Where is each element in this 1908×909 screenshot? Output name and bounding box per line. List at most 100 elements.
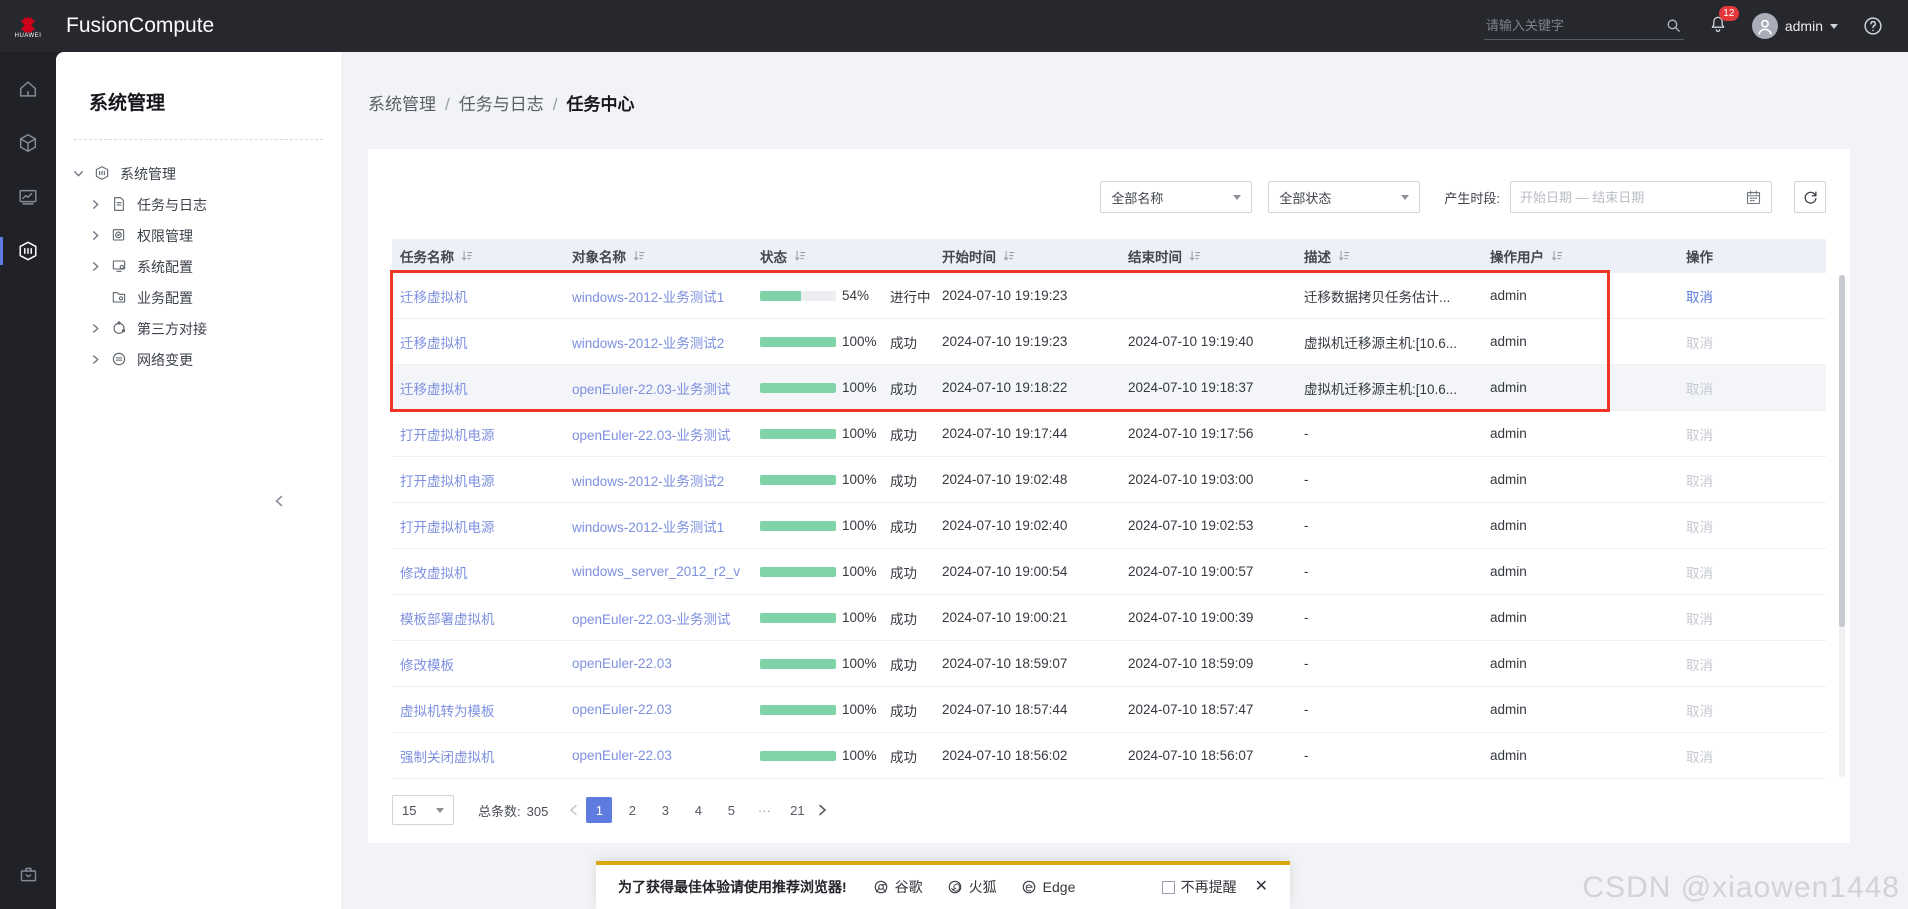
- tree-item-任务与日志[interactable]: 任务与日志: [56, 189, 341, 220]
- name-filter-value: 全部名称: [1111, 188, 1163, 207]
- cancel-action[interactable]: 取消: [1686, 520, 1713, 535]
- notification-badge: 12: [1719, 6, 1739, 21]
- dont-remind-checkbox[interactable]: 不再提醒: [1162, 877, 1237, 897]
- cancel-action[interactable]: 取消: [1686, 474, 1713, 489]
- task-name-link[interactable]: 虚拟机转为模板: [400, 704, 495, 719]
- tree-item-第三方对接[interactable]: 第三方对接: [56, 313, 341, 344]
- object-name-link[interactable]: openEuler-22.03-业务测试: [572, 382, 730, 397]
- cancel-action[interactable]: 取消: [1686, 336, 1713, 351]
- chevron-right-icon[interactable]: [90, 354, 102, 366]
- chevron-down-icon: [1233, 195, 1241, 200]
- user-menu[interactable]: admin: [1752, 13, 1838, 39]
- task-name-link[interactable]: 强制关闭虚拟机: [400, 750, 495, 765]
- task-name-link[interactable]: 修改虚拟机: [400, 566, 468, 581]
- task-name-link[interactable]: 修改模板: [400, 658, 454, 673]
- chevron-right-icon[interactable]: [90, 199, 102, 211]
- tree-item-label: 系统管理: [120, 164, 176, 184]
- cancel-action[interactable]: 取消: [1686, 382, 1713, 397]
- cancel-action[interactable]: 取消: [1686, 750, 1713, 765]
- page-size-select[interactable]: 15: [392, 795, 454, 825]
- tree-item-业务配置[interactable]: 业务配置: [56, 282, 341, 313]
- task-name-link[interactable]: 模板部署虚拟机: [400, 612, 495, 627]
- breadcrumb-link[interactable]: 任务与日志: [459, 95, 544, 114]
- page-button-21[interactable]: 21: [784, 797, 810, 823]
- breadcrumb-link[interactable]: 系统管理: [368, 95, 436, 114]
- object-name-link[interactable]: openEuler-22.03: [572, 748, 672, 763]
- object-name-link[interactable]: openEuler-22.03-业务测试: [572, 428, 730, 443]
- scrollbar-thumb[interactable]: [1839, 275, 1845, 627]
- end-time: 2024-07-10 18:57:47: [1120, 702, 1296, 717]
- sort-icon[interactable]: [1189, 250, 1201, 262]
- cancel-action[interactable]: 取消: [1686, 428, 1713, 443]
- chevron-right-icon[interactable]: [90, 261, 102, 273]
- task-name-link[interactable]: 迁移虚拟机: [400, 290, 468, 305]
- object-name-link[interactable]: windows_server_2012_r2_v: [572, 564, 740, 579]
- sort-icon[interactable]: [1551, 250, 1563, 262]
- browser-recommendation-banner: 为了获得最佳体验请使用推荐浏览器! 谷歌火狐Edge 不再提醒 ✕: [596, 861, 1290, 909]
- sort-icon[interactable]: [461, 250, 473, 262]
- tree-item-系统管理[interactable]: 系统管理: [56, 158, 341, 189]
- rail-item-resources[interactable]: [0, 126, 56, 160]
- object-name-link[interactable]: openEuler-22.03: [572, 656, 672, 671]
- sort-icon[interactable]: [1003, 250, 1015, 262]
- tree-item-系统配置[interactable]: 系统配置: [56, 251, 341, 282]
- page-button-2[interactable]: 2: [619, 797, 645, 823]
- object-name-link[interactable]: openEuler-22.03-业务测试: [572, 612, 730, 627]
- task-name-link[interactable]: 打开虚拟机电源: [400, 428, 495, 443]
- total-count: 总条数:305: [478, 801, 548, 820]
- sidebar-collapse-handle[interactable]: [274, 494, 284, 512]
- calendar-icon[interactable]: [1745, 189, 1762, 206]
- status-filter-select[interactable]: 全部状态: [1268, 181, 1420, 213]
- prev-page-button[interactable]: [568, 804, 579, 816]
- page-button-3[interactable]: 3: [652, 797, 678, 823]
- page-button-1[interactable]: 1: [586, 797, 612, 823]
- cancel-action[interactable]: 取消: [1686, 704, 1713, 719]
- task-name-link[interactable]: 打开虚拟机电源: [400, 474, 495, 489]
- page-button-4[interactable]: 4: [685, 797, 711, 823]
- browser-option-chrome[interactable]: 谷歌: [873, 877, 923, 897]
- task-name-link[interactable]: 迁移虚拟机: [400, 336, 468, 351]
- chevron-right-icon[interactable]: [90, 230, 102, 242]
- sort-icon[interactable]: [1338, 250, 1350, 262]
- chevron-right-icon[interactable]: [90, 323, 102, 335]
- rail-item-monitor[interactable]: [0, 180, 56, 214]
- object-name-link[interactable]: windows-2012-业务测试1: [572, 520, 724, 535]
- task-name-link[interactable]: 迁移虚拟机: [400, 382, 468, 397]
- progress-bar: [760, 659, 836, 669]
- rail-item-system[interactable]: [0, 234, 56, 268]
- notifications-button[interactable]: 12: [1708, 14, 1728, 39]
- date-range-picker[interactable]: [1510, 181, 1772, 213]
- object-name-link[interactable]: windows-2012-业务测试2: [572, 474, 724, 489]
- cancel-action[interactable]: 取消: [1686, 290, 1713, 305]
- end-time: 2024-07-10 19:03:00: [1120, 472, 1296, 487]
- search-input[interactable]: [1484, 12, 1688, 39]
- browser-option-edge[interactable]: Edge: [1021, 879, 1076, 895]
- browser-option-firefox[interactable]: 火狐: [947, 877, 997, 897]
- description: -: [1296, 518, 1482, 533]
- name-filter-select[interactable]: 全部名称: [1100, 181, 1252, 213]
- progress-bar: [760, 429, 836, 439]
- refresh-button[interactable]: [1794, 181, 1826, 213]
- tree-item-权限管理[interactable]: 权限管理: [56, 220, 341, 251]
- page-ellipsis: ···: [751, 797, 777, 823]
- object-name-link[interactable]: windows-2012-业务测试2: [572, 336, 724, 351]
- table-scrollbar[interactable]: [1839, 275, 1845, 777]
- tree-item-网络变更[interactable]: 网络变更: [56, 344, 341, 375]
- date-range-input[interactable]: [1520, 190, 1745, 205]
- help-button[interactable]: [1862, 15, 1884, 37]
- object-name-link[interactable]: openEuler-22.03: [572, 702, 672, 717]
- rail-item-home[interactable]: [0, 72, 56, 106]
- close-icon[interactable]: ✕: [1255, 879, 1268, 895]
- object-name-link[interactable]: windows-2012-业务测试1: [572, 290, 724, 305]
- next-page-button[interactable]: [817, 804, 828, 816]
- cancel-action[interactable]: 取消: [1686, 612, 1713, 627]
- sort-icon[interactable]: [794, 250, 806, 262]
- cancel-action[interactable]: 取消: [1686, 566, 1713, 581]
- chevron-down-icon[interactable]: [73, 168, 85, 180]
- rail-item-toolbox[interactable]: [0, 857, 56, 891]
- cancel-action[interactable]: 取消: [1686, 658, 1713, 673]
- search-icon[interactable]: [1665, 17, 1682, 34]
- sort-icon[interactable]: [633, 250, 645, 262]
- task-name-link[interactable]: 打开虚拟机电源: [400, 520, 495, 535]
- page-button-5[interactable]: 5: [718, 797, 744, 823]
